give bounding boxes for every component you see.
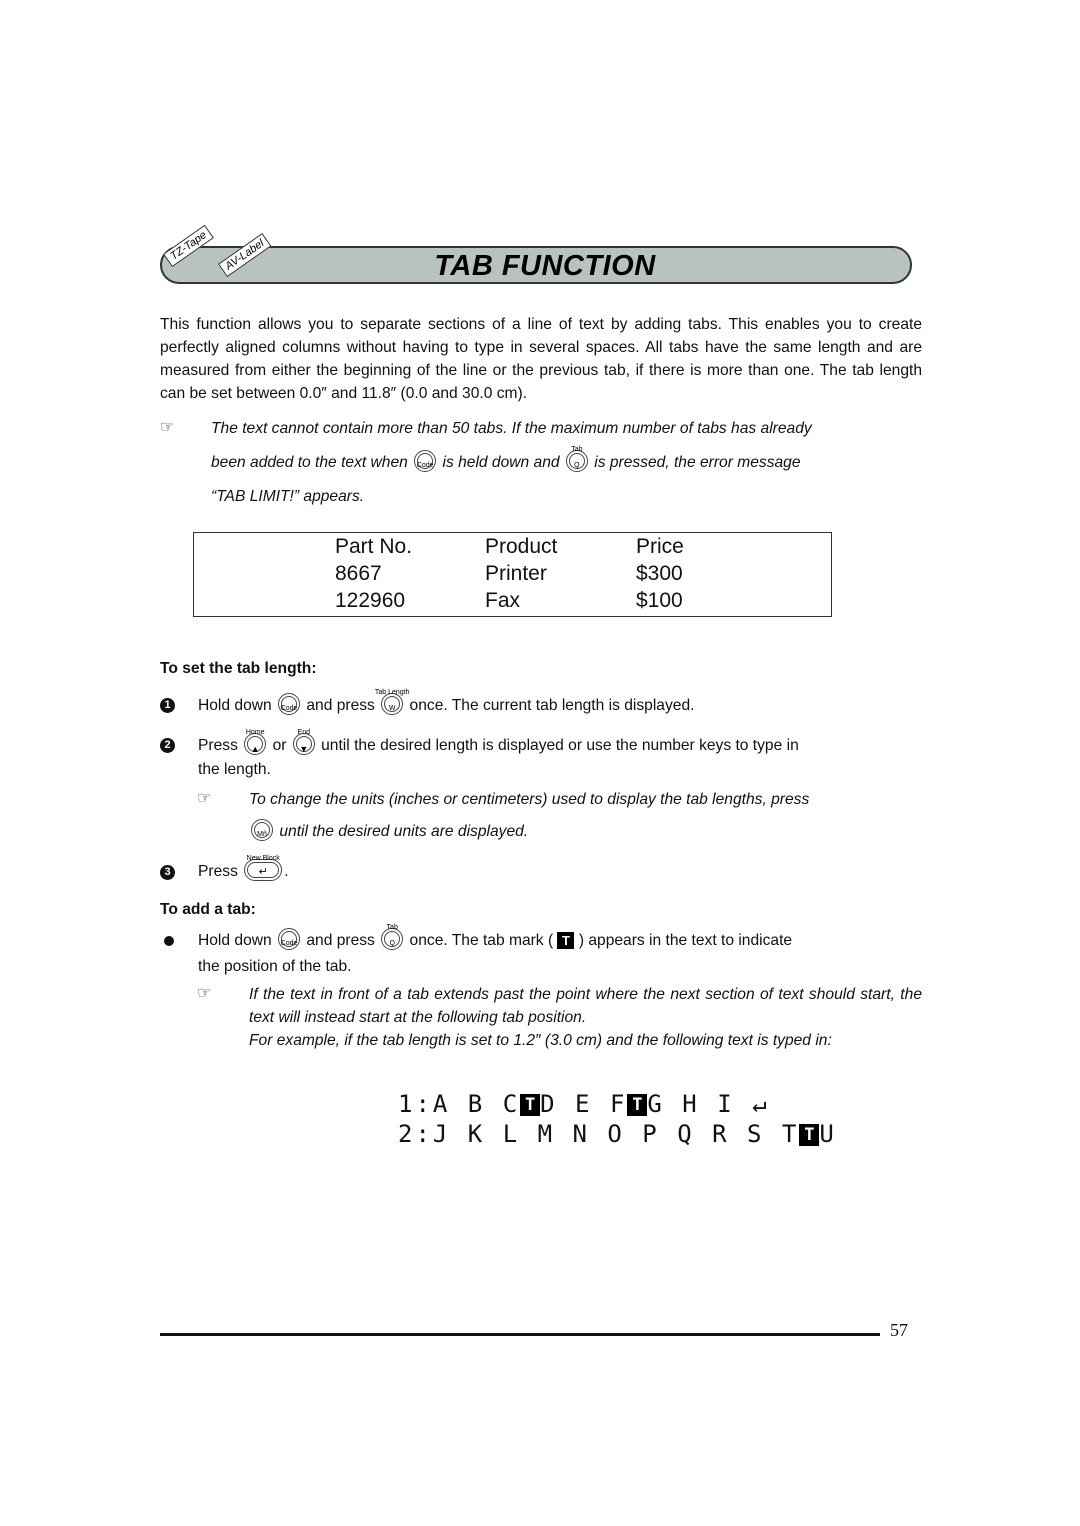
return-mark-icon: ↵ — [752, 1090, 770, 1118]
page-number: 57 — [890, 1320, 908, 1340]
table-cell: $300 — [636, 562, 683, 585]
line-text: U — [819, 1120, 837, 1148]
line-text: A B C — [432, 1090, 521, 1118]
step-text: Press — [198, 863, 238, 880]
line-prefix: 2: — [398, 1120, 433, 1148]
note-tab-limit-line3: “TAB LIMIT!” appears. — [211, 488, 365, 505]
step-number-1: 1 — [160, 698, 175, 713]
table-cell: Printer — [485, 562, 547, 585]
set-length-heading: To set the tab length: — [160, 660, 317, 677]
note-hand-icon: ☞ — [197, 790, 212, 807]
step-text: and press — [306, 932, 375, 949]
w-tab-length-key-icon: Tab Length W — [375, 689, 410, 715]
add-tab-instruction-cont: the position of the tab. — [198, 958, 352, 975]
step-text: once. The current tab length is displaye… — [409, 697, 695, 714]
step-text: ) appears in the text to indicate — [578, 932, 793, 949]
m-n-key-icon: Mñ — [251, 818, 273, 841]
step-2: Press Home ▲ or End ▼ until the desired le… — [198, 728, 923, 757]
table-cell: 8667 — [335, 562, 382, 585]
line-text: G H I — [647, 1090, 735, 1118]
add-tab-heading: To add a tab: — [160, 901, 256, 918]
line-text: D E F — [540, 1090, 628, 1118]
step-2-cont: the length. — [198, 761, 271, 778]
tab-overflow-note: If the text in front of a tab extends pa… — [249, 986, 922, 1026]
step-text: and press — [306, 697, 375, 714]
step-text: Hold down — [198, 932, 272, 949]
intro-paragraph: This function allows you to separate sec… — [160, 316, 922, 402]
table-cell: 122960 — [335, 589, 406, 612]
tab-mark-icon: T — [557, 932, 575, 950]
page-title: TAB FUNCTION — [434, 250, 656, 282]
display-line-2: 2:J K L M N O P Q R S TTU — [398, 1120, 837, 1148]
note-text: been added to the text when — [211, 454, 408, 471]
code-key-icon: Code — [278, 927, 301, 950]
step-text: Hold down — [198, 697, 272, 714]
bullet-icon — [164, 936, 174, 946]
step-text: once. The tab mark ( — [409, 932, 554, 949]
q-tab-key-icon: Tab Q — [381, 924, 404, 950]
add-tab-instruction: Hold down Code and press Tab Q once. The … — [198, 924, 923, 952]
q-tab-key-icon: Tab Q — [565, 446, 588, 472]
note-hand-icon: ☞ — [160, 419, 175, 436]
enter-key-icon: New Block ↵ — [244, 855, 283, 881]
note-text: The text cannot contain more than 50 tab… — [211, 420, 812, 437]
table-header-price: Price — [636, 535, 684, 558]
units-note-line2: Mñ until the desired units are displayed… — [249, 818, 529, 843]
step-number-2: 2 — [160, 738, 175, 753]
note-text: until the desired units are displayed. — [279, 823, 529, 840]
note-text: is held down and — [442, 454, 560, 471]
down-arrow-key-icon: End ▼ — [292, 729, 315, 755]
line-prefix: 1: — [398, 1090, 433, 1118]
step-text: Press — [198, 737, 238, 754]
display-line-1: 1:A B CTD E FTG H I ↵ — [398, 1090, 770, 1118]
table-cell: $100 — [636, 589, 683, 612]
tab-example-note: For example, if the tab length is set to… — [249, 1032, 832, 1049]
note-tab-limit: The text cannot contain more than 50 tab… — [211, 417, 922, 440]
tab-mark-icon: T — [627, 1094, 648, 1116]
tab-mark-icon: T — [520, 1094, 541, 1116]
note-text: is pressed, the error message — [594, 454, 801, 471]
step-1: Hold down Code and press Tab Length W onc… — [198, 689, 695, 717]
code-key-icon: Code — [414, 449, 437, 472]
code-key-icon: Code — [278, 692, 301, 715]
step-number-3: 3 — [160, 865, 175, 880]
table-header-product: Product — [485, 535, 558, 558]
step-3: Press New Block ↵. — [198, 855, 289, 883]
table-cell: Fax — [485, 589, 521, 612]
footer-rule — [160, 1333, 880, 1336]
line-text: J K L M N O P Q R S T — [432, 1120, 800, 1148]
up-arrow-key-icon: Home ▲ — [244, 728, 267, 755]
units-note: To change the units (inches or centimete… — [249, 791, 810, 808]
note-tab-limit-line2: been added to the text when Code is held… — [211, 446, 922, 474]
note-hand-icon: ☞ — [197, 985, 212, 1002]
tab-mark-icon: T — [799, 1124, 820, 1146]
step-text: until the desired length is displayed or… — [321, 737, 799, 754]
table-header-partno: Part No. — [335, 535, 413, 558]
